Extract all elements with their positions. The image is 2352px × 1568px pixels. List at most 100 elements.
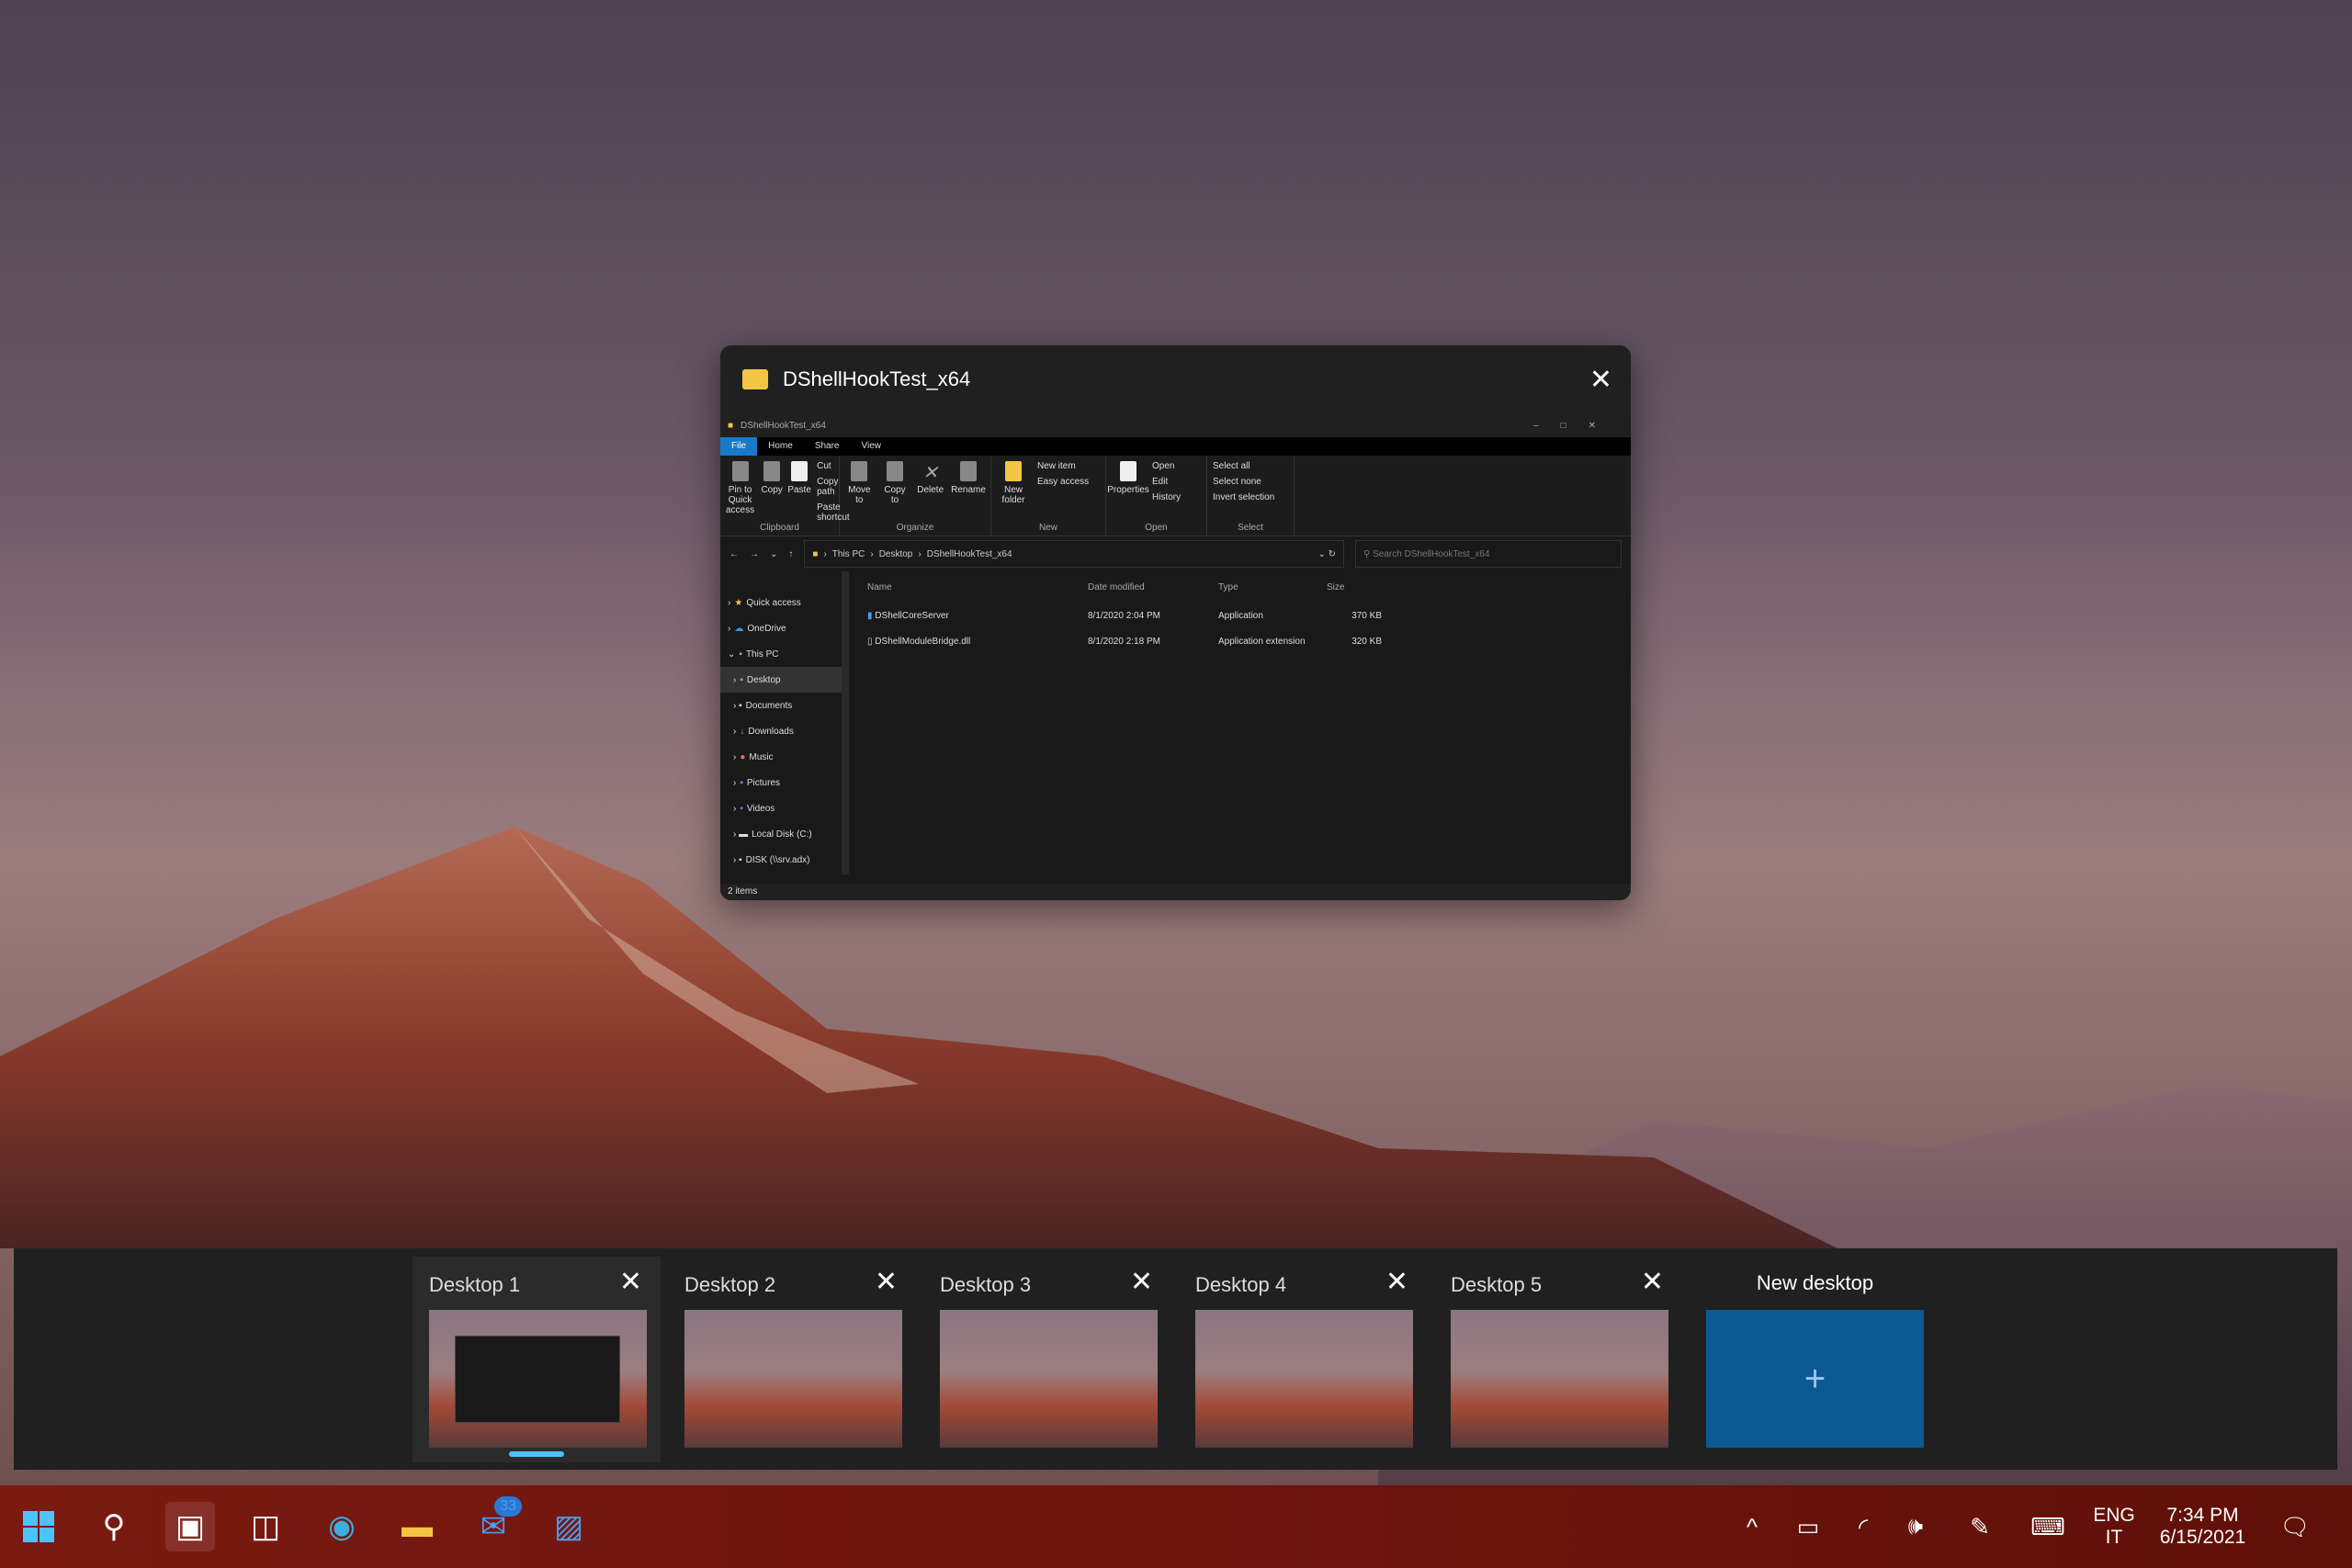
wifi-icon[interactable]: ◜ [1847,1485,1880,1568]
invert-selection-button[interactable]: Invert selection [1213,492,1274,502]
notifications-icon[interactable]: 🗨 [2277,1485,2313,1568]
show-hidden-icons[interactable]: ^ [1736,1485,1768,1568]
window-title: DShellHookTest_x64 [783,367,971,390]
search-input[interactable]: ⚲ Search DShellHookTest_x64 [1355,540,1622,568]
nav-music[interactable]: › ● Music [720,744,842,770]
open-button[interactable]: Open [1152,461,1181,471]
column-type[interactable]: Type [1218,582,1327,592]
nav-videos[interactable]: › ▪ Videos [720,795,842,821]
nav-this-pc[interactable]: ⌄ ▪ This PC [720,641,842,667]
tab-file[interactable]: File [720,437,758,456]
forward-icon[interactable]: → [750,549,759,559]
address-row: ← → ⌄ ↑ ■ › This PC › Desktop › DShellHookTest… [720,536,1631,571]
task-view-icon[interactable]: ▣ [165,1502,215,1551]
select-all-button[interactable]: Select all [1213,461,1274,471]
desktop-2[interactable]: Desktop 2 ✕ [668,1257,916,1462]
copy-button[interactable]: Copy [761,461,783,530]
nav-documents[interactable]: › ▪ Documents [720,693,842,718]
nav-network-disk[interactable]: › ▪ DISK (\\srv.adx) [720,847,842,873]
file-explorer-window[interactable]: ■ DShellHookTest_x64 –□✕ File Home Share… [720,413,1631,900]
paste-button[interactable]: Paste [787,461,811,530]
mail-icon[interactable]: ✉ 33 [469,1496,522,1551]
easy-access-button[interactable]: Easy access [1037,477,1089,487]
close-desktop-button[interactable]: ✕ [1385,1266,1408,1298]
pin-button[interactable]: Pin to Quick access [726,461,754,530]
breadcrumb-item[interactable]: Desktop [879,549,913,559]
remote-desktop-icon[interactable]: ▨ [544,1502,594,1551]
close-desktop-button[interactable]: ✕ [1130,1266,1153,1298]
properties-button[interactable]: Properties [1107,461,1149,530]
navigation-pane[interactable]: › ★ Quick access › ☁ OneDrive ⌄ ▪ This PC ›… [720,571,849,874]
file-row[interactable]: ▮ DShellCoreServer 8/1/2020 2:04 PM Appli… [867,603,1631,628]
recent-icon[interactable]: ⌄ [770,549,777,559]
desktop-thumbnail[interactable] [1195,1310,1413,1448]
tab-home[interactable]: Home [757,437,804,456]
folder-icon: ■ [812,548,819,559]
desktop-5[interactable]: Desktop 5 ✕ [1434,1257,1682,1462]
desktop-3[interactable]: Desktop 3 ✕ [923,1257,1171,1462]
search-icon[interactable]: ⚲ [89,1502,139,1551]
nav-desktop[interactable]: › ▪ Desktop [720,667,842,693]
touch-keyboard-icon[interactable]: ⌨ [2026,1485,2070,1568]
status-bar: 2 items [720,884,1631,900]
close-desktop-button[interactable]: ✕ [619,1266,642,1298]
column-size[interactable]: Size [1327,582,1382,592]
clock[interactable]: 7:34 PM 6/15/2021 [2150,1485,2256,1568]
active-indicator [509,1451,564,1457]
refresh-icon[interactable]: ⌄ ↻ [1317,549,1336,559]
item-count: 2 items [728,886,758,897]
window-controls[interactable]: –□✕ [1533,421,1631,431]
desktop-4[interactable]: Desktop 4 ✕ [1179,1257,1427,1462]
input-language[interactable]: ENG IT [2090,1485,2138,1568]
breadcrumb-item[interactable]: DShellHookTest_x64 [927,549,1012,559]
edit-button[interactable]: Edit [1152,477,1181,487]
column-date[interactable]: Date modified [1088,582,1218,592]
organize-group: Move to Copy to ✕ Delete Rename Organize [840,456,991,536]
back-icon[interactable]: ← [729,549,739,559]
edge-icon[interactable]: ◉ [317,1502,367,1551]
nav-onedrive[interactable]: › ☁ OneDrive [720,615,842,641]
select-none-button[interactable]: Select none [1213,477,1274,487]
desktop-thumbnail[interactable] [684,1310,902,1448]
volume-icon[interactable]: 🕪 [1898,1485,1933,1568]
column-name[interactable]: Name [867,582,1088,592]
rename-button[interactable]: Rename [951,461,986,530]
widgets-icon[interactable]: ◫ [241,1502,290,1551]
tab-view[interactable]: View [851,437,893,456]
column-headers: Name Date modified Type Size [867,571,1631,603]
close-desktop-button[interactable]: ✕ [875,1266,898,1298]
new-item-button[interactable]: New item [1037,461,1089,471]
desktop-thumbnail[interactable] [1451,1310,1668,1448]
battery-icon[interactable]: ▭ [1792,1485,1825,1568]
taskbar: ⚲ ▣ ◫ ◉ ▬ ✉ 33 ▨ ^ ▭ ◜ 🕪 ✎ ⌨ ENG IT 7:34 P… [0,1485,2352,1568]
move-to-button[interactable]: Move to [845,461,874,530]
desktop-thumbnail[interactable] [940,1310,1158,1448]
nav-quick-access[interactable]: › ★ Quick access [720,590,842,615]
delete-button[interactable]: ✕ Delete [916,461,944,530]
pen-icon[interactable]: ✎ [1962,1485,1997,1568]
nav-local-disk[interactable]: › ▬ Local Disk (C:) [720,821,842,847]
new-desktop-button[interactable]: + [1706,1310,1924,1448]
nav-pictures[interactable]: › ▪ Pictures [720,770,842,795]
up-icon[interactable]: ↑ [788,549,793,559]
copy-to-button[interactable]: Copy to [881,461,910,530]
file-row[interactable]: ▯ DShellModuleBridge.dll 8/1/2020 2:18 P… [867,628,1631,654]
new-folder-button[interactable]: New folder [997,461,1030,530]
new-group: New folder New item Easy access New [991,456,1106,536]
desktop-1[interactable]: Desktop 1 ✕ [413,1257,661,1462]
desktop-thumbnail[interactable] [429,1310,647,1448]
start-button[interactable] [14,1502,63,1551]
application-icon: ▮ [867,610,873,621]
select-group: Select all Select none Invert selection Se… [1207,456,1295,536]
nav-downloads[interactable]: › ↓ Downloads [720,718,842,744]
file-list: Name Date modified Type Size ▮ DShellCor… [849,571,1631,874]
close-window-button[interactable]: ✕ [1589,364,1612,396]
address-bar[interactable]: ■ › This PC › Desktop › DShellHookTest_x64 … [804,540,1344,568]
window-preview-card[interactable]: DShellHookTest_x64 ✕ ■ DShellHookTest_x6… [720,345,1631,900]
desktop-label: Desktop 5 [1451,1273,1543,1296]
history-button[interactable]: History [1152,492,1181,502]
file-explorer-icon[interactable]: ▬ [392,1502,442,1551]
tab-share[interactable]: Share [804,437,851,456]
close-desktop-button[interactable]: ✕ [1641,1266,1664,1298]
breadcrumb-item[interactable]: This PC [832,549,865,559]
